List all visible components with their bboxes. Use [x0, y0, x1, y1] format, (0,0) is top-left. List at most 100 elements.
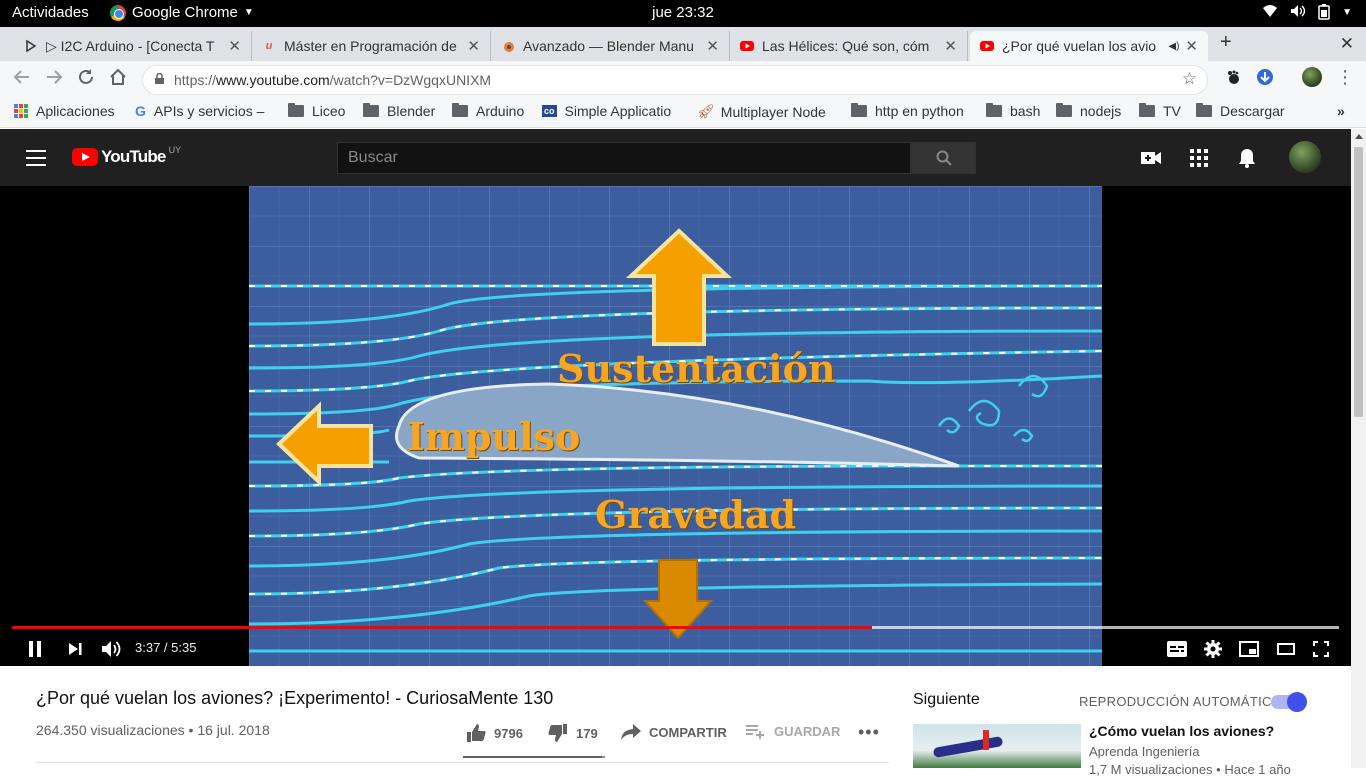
- folder-icon: [452, 103, 468, 117]
- recommended-title[interactable]: ¿Cómo vuelan los aviones?: [1089, 723, 1274, 739]
- bookmark-label: TV: [1163, 103, 1181, 119]
- settings-button[interactable]: [1203, 638, 1223, 660]
- activities-button[interactable]: Actividades: [12, 4, 89, 21]
- folder-icon: [851, 103, 867, 117]
- video-frame[interactable]: Sustentación Impulso Gravedad: [249, 186, 1102, 666]
- bookmark-folder-bash[interactable]: bash: [986, 103, 1040, 119]
- miniplayer-button[interactable]: [1238, 638, 1260, 660]
- bookmark-folder-nodejs[interactable]: nodejs: [1056, 103, 1121, 119]
- tab-strip: ▷ I2C Arduino - [Conecta T ✕ u Máster en…: [0, 27, 1366, 61]
- close-icon[interactable]: ✕: [1185, 37, 1198, 55]
- bookmark-apis-servicios[interactable]: G APIs y servicios –: [135, 103, 266, 119]
- scroll-up-arrow-icon[interactable]: [1355, 134, 1363, 139]
- page-scrollbar[interactable]: [1351, 129, 1366, 768]
- youtube-header: YouTube UY: [0, 129, 1351, 186]
- bookmark-star-icon[interactable]: ☆: [1182, 69, 1197, 89]
- logo-text: YouTube: [101, 147, 166, 166]
- chrome-menu-button[interactable]: ⋮: [1336, 67, 1354, 88]
- system-menu[interactable]: ▼: [1262, 4, 1352, 23]
- bookmark-label: Blender: [387, 103, 436, 119]
- new-tab-button[interactable]: +: [1220, 31, 1232, 54]
- tab-i2c-arduino[interactable]: ▷ I2C Arduino - [Conecta T ✕: [14, 31, 252, 61]
- bookmark-multiplayer-node[interactable]: 🚀︎ Multiplayer Node: [697, 103, 833, 120]
- tab-por-que-vuelan[interactable]: ¿Por qué vuelan los avio ◀) ✕: [970, 31, 1208, 61]
- bookmark-label: Descargar: [1220, 103, 1285, 119]
- subtitles-button[interactable]: [1167, 638, 1187, 660]
- menu-icon[interactable]: [26, 150, 46, 166]
- youtube-avatar[interactable]: [1289, 141, 1321, 173]
- autoplay-toggle[interactable]: [1271, 692, 1307, 712]
- bookmark-folder-http-python[interactable]: http en python: [851, 103, 964, 119]
- theater-mode-button[interactable]: [1276, 638, 1296, 660]
- bookmark-folder-liceo[interactable]: Liceo: [288, 103, 345, 119]
- share-button[interactable]: COMPARTIR: [621, 724, 727, 740]
- playlist-add-icon: [746, 724, 764, 739]
- browser-toolbar: https://www.youtube.com/watch?v=DzWgqxUN…: [0, 61, 1366, 97]
- folder-icon: [1056, 103, 1072, 117]
- search-input[interactable]: [337, 142, 911, 174]
- like-button[interactable]: 9796: [466, 724, 523, 742]
- address-bar[interactable]: https://www.youtube.com/watch?v=DzWgqxUN…: [142, 65, 1208, 95]
- fullscreen-icon: [1313, 641, 1329, 657]
- country-code: UY: [168, 145, 182, 155]
- dislike-button[interactable]: 179: [548, 724, 598, 742]
- bookmark-folder-arduino[interactable]: Arduino: [452, 103, 524, 119]
- next-video-button[interactable]: [66, 638, 84, 660]
- window-close-button[interactable]: ✕: [1340, 34, 1354, 54]
- create-video-icon[interactable]: [1140, 147, 1162, 169]
- close-icon[interactable]: ✕: [228, 37, 241, 55]
- extension-download-icon[interactable]: [1255, 67, 1275, 87]
- bookmark-label: Arduino: [476, 103, 525, 119]
- tab-las-helices[interactable]: Las Hélices: Qué son, cóm ✕: [730, 31, 968, 61]
- bookmark-folder-descargar[interactable]: Descargar: [1196, 103, 1285, 119]
- search-icon: [936, 150, 952, 166]
- more-actions-icon[interactable]: •••: [858, 722, 880, 743]
- close-icon[interactable]: ✕: [944, 37, 957, 55]
- bookmark-simple-application[interactable]: co Simple Applicatio: [542, 103, 679, 119]
- close-icon[interactable]: ✕: [467, 37, 480, 55]
- app-menu-button[interactable]: Google Chrome ▼: [110, 4, 254, 21]
- bookmark-folder-blender[interactable]: Blender: [363, 103, 435, 119]
- search-button[interactable]: [911, 142, 976, 174]
- lift-label: Sustentación: [557, 346, 836, 391]
- profile-avatar[interactable]: [1302, 67, 1322, 87]
- udemy-icon: u: [265, 40, 273, 52]
- tab-title: ¿Por qué vuelan los avio: [1002, 38, 1157, 54]
- recommended-channel[interactable]: Aprenda Ingeniería: [1089, 744, 1200, 759]
- folder-icon: [986, 103, 1002, 117]
- home-button[interactable]: [109, 68, 127, 91]
- forward-button[interactable]: [45, 68, 63, 91]
- tab-title: ▷ I2C Arduino - [Conecta T: [46, 37, 215, 54]
- pause-button[interactable]: [26, 638, 44, 660]
- youtube-logo[interactable]: YouTube UY: [72, 145, 182, 166]
- bookmark-label: Liceo: [312, 103, 346, 119]
- scrollbar-thumb[interactable]: [1354, 147, 1363, 417]
- tab-master-programacion[interactable]: u Máster en Programación de ✕: [252, 31, 491, 61]
- lock-icon: [155, 73, 164, 84]
- fullscreen-button[interactable]: [1311, 638, 1331, 660]
- save-button[interactable]: GUARDAR: [746, 724, 840, 739]
- close-icon[interactable]: ✕: [706, 37, 719, 55]
- tab-blender-manual[interactable]: Avanzado — Blender Manu ✕: [491, 31, 730, 61]
- tab-title: Máster en Programación de: [284, 38, 457, 54]
- apps-grid-icon[interactable]: [1188, 147, 1210, 169]
- bookmark-apps[interactable]: Aplicaciones: [14, 103, 115, 119]
- notifications-bell-icon[interactable]: [1236, 147, 1258, 169]
- theater-icon: [1277, 643, 1295, 655]
- dislike-count: 179: [576, 725, 598, 741]
- extension-gnome-icon[interactable]: [1223, 67, 1243, 87]
- recommended-thumbnail[interactable]: [913, 724, 1081, 768]
- pause-icon: [29, 641, 41, 657]
- back-button[interactable]: [13, 68, 31, 91]
- bookmark-folder-tv[interactable]: TV: [1139, 103, 1181, 119]
- bookmarks-overflow-icon[interactable]: »: [1337, 103, 1345, 119]
- progress-bar[interactable]: [12, 626, 1339, 629]
- audio-playing-icon[interactable]: ◀): [1168, 41, 1179, 52]
- volume-button[interactable]: [100, 638, 122, 660]
- reload-button[interactable]: [77, 68, 95, 91]
- airplane-image: [932, 735, 1004, 759]
- video-player[interactable]: Sustentación Impulso Gravedad 3:37 / 5:3…: [0, 186, 1351, 666]
- volume-icon: [1290, 4, 1306, 23]
- thumbs-down-icon: [548, 724, 567, 742]
- subtitles-icon: [1167, 641, 1187, 657]
